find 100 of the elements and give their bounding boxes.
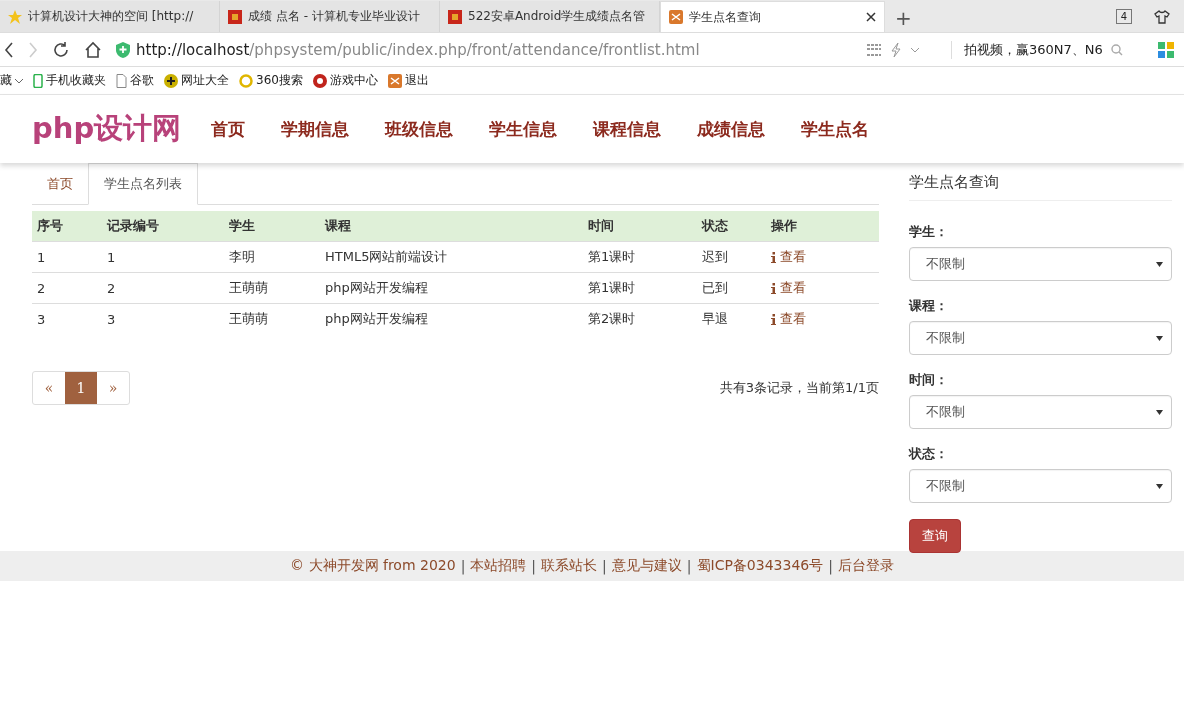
table-cell: 第2课时: [583, 303, 697, 334]
table-cell: 2: [32, 272, 102, 304]
next-page-link[interactable]: »: [97, 372, 129, 404]
shield-icon: [116, 41, 130, 58]
tab-favicon: [228, 9, 242, 24]
view-link[interactable]: 查看: [771, 310, 806, 328]
separator: |: [460, 558, 466, 574]
search-icon: [1110, 43, 1123, 56]
caret-icon: [911, 46, 919, 53]
view-link[interactable]: 查看: [771, 248, 806, 266]
table-cell: HTML5网站前端设计: [320, 241, 583, 273]
table-cell: 3: [32, 303, 102, 334]
page-icon: [116, 73, 127, 88]
separator: |: [602, 558, 607, 574]
home-icon: [84, 40, 102, 59]
page-tab[interactable]: 学生点名列表: [88, 163, 198, 205]
plus-circle-icon: [164, 73, 178, 88]
view-link[interactable]: 查看: [771, 279, 806, 297]
nav-link[interactable]: 学期信息: [281, 117, 350, 141]
separator: |: [828, 558, 833, 574]
lightning-icon: [891, 42, 901, 57]
previous-page-link[interactable]: «: [33, 372, 65, 404]
game-icon: [312, 73, 327, 88]
nav-link[interactable]: 学生点名: [801, 117, 870, 141]
info-icon: [771, 282, 776, 294]
table-cell: 2: [102, 272, 224, 304]
browser-tab[interactable]: 计算机设计大神的空间 [http://: [0, 1, 220, 32]
table-cell: 3: [102, 303, 224, 334]
field-label: 时间：: [909, 371, 949, 389]
table-cell: php网站开发编程: [320, 303, 583, 334]
bookmark-item[interactable]: 手机收藏夹: [33, 72, 106, 89]
table-cell: 早退: [697, 303, 766, 334]
select-field[interactable]: 不限制: [909, 247, 1172, 281]
qr-icon: [867, 43, 881, 56]
bookmark-item[interactable]: 藏: [0, 72, 23, 89]
shirt-icon: [1154, 9, 1170, 24]
nav-link[interactable]: 课程信息: [593, 117, 662, 141]
column-header: 记录编号: [102, 211, 224, 242]
table-cell: 王萌萌: [224, 303, 320, 334]
column-header: 时间: [583, 211, 697, 242]
search-field[interactable]: 拍视频，赢360N7、N6: [951, 40, 1144, 59]
bookmark-item[interactable]: 网址大全: [164, 72, 229, 89]
apps-icon: [1158, 41, 1174, 58]
page-link[interactable]: 1: [65, 372, 97, 404]
caret-icon: [1156, 483, 1163, 489]
table-cell: 王萌萌: [224, 272, 320, 304]
select-field[interactable]: 不限制: [909, 321, 1172, 355]
bookmark-item[interactable]: 360搜索: [239, 72, 303, 89]
table-cell: 1: [102, 241, 224, 273]
tab-count[interactable]: 4: [1115, 9, 1132, 24]
field-label: 课程：: [909, 297, 949, 315]
footer-link[interactable]: 联系站长: [541, 557, 598, 575]
separator: |: [686, 558, 692, 574]
browser-tab[interactable]: 学生点名查询: [660, 1, 885, 32]
nav-link[interactable]: 成绩信息: [697, 117, 766, 141]
bookmark-item[interactable]: 游戏中心: [312, 72, 378, 89]
table-cell: 第1课时: [583, 241, 697, 273]
table-cell: 迟到: [697, 241, 766, 273]
exit-icon: [387, 73, 402, 88]
url-field[interactable]: http://localhost/phpsystem/public/index.php/front/attendance/frontlist.html: [116, 40, 700, 59]
browser-tab[interactable]: 522安卓Android学生成绩点名管: [440, 1, 660, 32]
table-cell: 李明: [224, 241, 320, 273]
browser-tab[interactable]: 成绩 点名 - 计算机专业毕业设计: [220, 1, 440, 32]
nav-link[interactable]: 首页: [211, 117, 246, 141]
search-button[interactable]: 查询: [909, 519, 961, 553]
column-header: 状态: [697, 211, 766, 242]
reload-icon: [52, 40, 70, 59]
phone-icon: [33, 73, 43, 88]
new-tab-button[interactable]: +: [885, 4, 922, 32]
back-icon: [4, 41, 14, 58]
close-icon: [866, 12, 876, 22]
bookmark-item[interactable]: 谷歌: [116, 72, 154, 89]
caret-icon: [1156, 335, 1163, 341]
column-header: 操作: [766, 211, 879, 242]
page-tab[interactable]: 首页: [32, 164, 88, 204]
field-label: 状态：: [909, 445, 949, 463]
caret-icon: [1156, 261, 1163, 267]
bookmark-item[interactable]: 退出: [387, 72, 429, 89]
column-header: 课程: [320, 211, 583, 242]
select-field[interactable]: 不限制: [909, 469, 1172, 503]
footer-link[interactable]: 本站招聘: [470, 557, 527, 575]
caret-icon: [15, 77, 23, 84]
footer-link[interactable]: 后台登录: [837, 557, 894, 575]
panel-title: 学生点名查询: [909, 163, 1172, 201]
nav-link[interactable]: 班级信息: [385, 117, 454, 141]
select-field[interactable]: 不限制: [909, 395, 1172, 429]
nav-link[interactable]: 学生信息: [489, 117, 558, 141]
table-cell: 第1课时: [583, 272, 697, 304]
copyright-text: © 大神开发网 from 2020: [290, 557, 456, 575]
table-cell: php网站开发编程: [320, 272, 583, 304]
caret-icon: [1156, 409, 1163, 415]
separator: |: [531, 558, 537, 574]
site-logo[interactable]: php设计网: [32, 109, 182, 149]
tab-favicon: [669, 10, 683, 24]
column-header: 序号: [32, 211, 102, 242]
footer-link[interactable]: 蜀ICP备0343346号: [696, 557, 824, 575]
tab-favicon: [448, 9, 462, 24]
info-icon: [771, 251, 776, 263]
column-header: 学生: [224, 211, 320, 242]
footer-link[interactable]: 意见与建议: [611, 557, 682, 575]
